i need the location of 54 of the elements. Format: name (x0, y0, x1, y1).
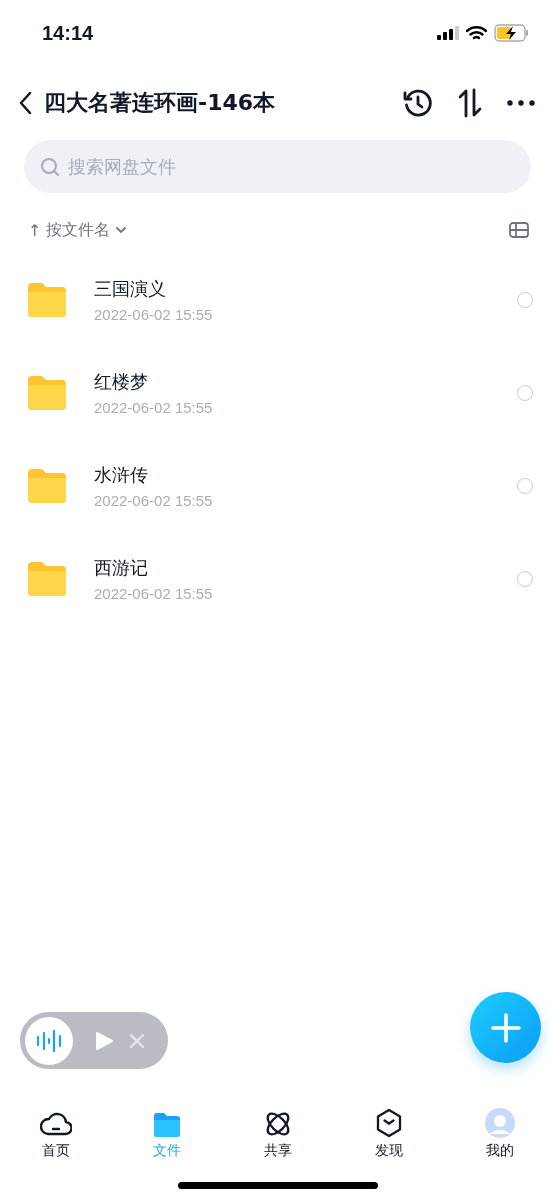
folder-row[interactable]: 红楼梦 2022-06-02 15:55 (0, 346, 555, 439)
plus-icon (490, 1012, 521, 1043)
back-button[interactable] (18, 91, 32, 115)
tab-item[interactable]: 共享 (222, 1096, 333, 1160)
search-input[interactable]: 搜索网盘文件 (66, 155, 515, 178)
search-field[interactable]: 搜索网盘文件 (24, 140, 531, 193)
folder-icon (26, 281, 68, 318)
status-time: 14:14 (42, 21, 94, 45)
folder-row[interactable]: 三国演义 2022-06-02 15:55 (0, 253, 555, 346)
sort-button[interactable] (457, 88, 483, 118)
folder-icon (152, 1112, 181, 1138)
view-toggle-icon[interactable] (509, 222, 529, 238)
history-icon (403, 88, 433, 118)
close-icon (129, 1032, 145, 1049)
wifi-icon (466, 25, 487, 41)
cube-icon (374, 1108, 403, 1138)
history-button[interactable] (403, 88, 433, 118)
select-radio[interactable] (517, 570, 533, 587)
more-icon (507, 100, 535, 106)
chevron-down-icon (115, 226, 128, 234)
sound-wave-icon (36, 1029, 62, 1052)
folder-name: 西游记 (94, 555, 149, 580)
folder-icon (26, 467, 68, 504)
add-button[interactable] (470, 992, 541, 1063)
modified-date: 2022-06-02 15:55 (94, 305, 214, 323)
back-icon (18, 91, 32, 115)
select-radio[interactable] (517, 384, 533, 401)
avatar-icon (484, 1108, 515, 1138)
cloud-icon (39, 1110, 72, 1138)
close-button[interactable] (129, 1032, 145, 1049)
tab-item[interactable]: 我的 (444, 1096, 555, 1160)
play-icon (95, 1030, 113, 1051)
folder-name: 红楼梦 (94, 369, 149, 394)
modified-date: 2022-06-02 15:55 (94, 491, 214, 509)
folder-icon (26, 374, 68, 411)
voice-button[interactable] (25, 1016, 73, 1065)
tab-item[interactable]: 首页 (0, 1096, 111, 1160)
folder-row[interactable]: 水浒传 2022-06-02 15:55 (0, 439, 555, 532)
modified-date: 2022-06-02 15:55 (94, 584, 214, 602)
sort-arrows-icon (457, 88, 483, 118)
select-radio[interactable] (517, 291, 533, 308)
select-radio[interactable] (517, 477, 533, 494)
more-button[interactable] (507, 100, 535, 106)
modified-date: 2022-06-02 15:55 (94, 398, 214, 416)
play-button[interactable] (95, 1030, 113, 1051)
folder-name: 三国演义 (94, 276, 167, 301)
folder-name: 水浒传 (94, 462, 149, 487)
tab-item[interactable]: 发现 (333, 1096, 444, 1160)
sort-dropdown[interactable]: ↑ 按文件名 (28, 219, 128, 241)
signal-icon (437, 26, 459, 40)
folder-icon (26, 560, 68, 597)
folder-row[interactable]: 西游记 2022-06-02 15:55 (0, 532, 555, 625)
search-icon (40, 156, 60, 177)
folder-title: 四大名著连环画-146本 (44, 89, 277, 117)
